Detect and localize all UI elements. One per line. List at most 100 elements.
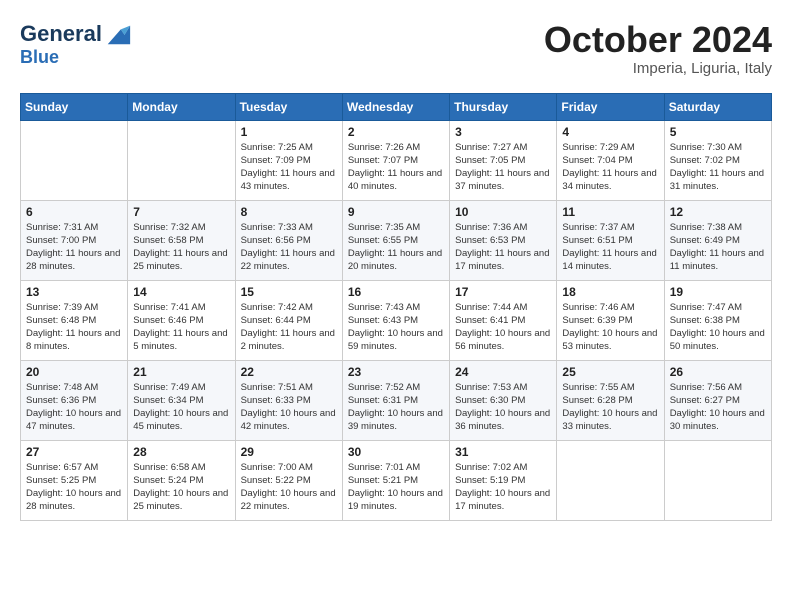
weekday-header-row: SundayMondayTuesdayWednesdayThursdayFrid… (21, 93, 772, 120)
cell-content: Sunrise: 7:00 AM Sunset: 5:22 PM Dayligh… (241, 461, 337, 514)
day-number: 28 (133, 445, 229, 459)
calendar-cell: 25Sunrise: 7:55 AM Sunset: 6:28 PM Dayli… (557, 360, 664, 440)
day-number: 12 (670, 205, 766, 219)
weekday-header-tuesday: Tuesday (235, 93, 342, 120)
day-number: 26 (670, 365, 766, 379)
calendar-cell: 20 Sunrise: 7:48 AM Sunset: 6:36 PM Dayli… (21, 360, 128, 440)
logo-text: General (20, 22, 102, 46)
day-number: 2 (348, 125, 444, 139)
day-number: 1 (241, 125, 337, 139)
day-number: 14 (133, 285, 229, 299)
calendar-cell: 8 Sunrise: 7:33 AM Sunset: 6:56 PM Daylig… (235, 200, 342, 280)
day-number: 30 (348, 445, 444, 459)
day-number: 5 (670, 125, 766, 139)
weekday-header-sunday: Sunday (21, 93, 128, 120)
cell-content: Sunrise: 7:46 AM Sunset: 6:39 PM Dayligh… (562, 301, 658, 354)
calendar-cell: 19 Sunrise: 7:47 AM Sunset: 6:38 PM Dayli… (664, 280, 771, 360)
cell-content: Sunrise: 7:43 AM Sunset: 6:43 PM Dayligh… (348, 301, 444, 354)
cell-content: Sunrise: 7:27 AM Sunset: 7:05 PM Dayligh… (455, 141, 551, 194)
day-number: 27 (26, 445, 122, 459)
calendar-cell: 1 Sunrise: 7:25 AM Sunset: 7:09 PM Daylig… (235, 120, 342, 200)
calendar-cell: 21 Sunrise: 7:49 AM Sunset: 6:34 PM Dayli… (128, 360, 235, 440)
calendar-cell: 30 Sunrise: 7:01 AM Sunset: 5:21 PM Dayli… (342, 440, 449, 520)
day-number: 22 (241, 365, 337, 379)
cell-content: Sunrise: 7:25 AM Sunset: 7:09 PM Dayligh… (241, 141, 337, 194)
day-number: 4 (562, 125, 658, 139)
cell-content: Sunrise: 7:37 AM Sunset: 6:51 PM Dayligh… (562, 221, 658, 274)
calendar-cell (664, 440, 771, 520)
cell-content: Sunrise: 7:02 AM Sunset: 5:19 PM Dayligh… (455, 461, 551, 514)
day-number: 18 (562, 285, 658, 299)
day-number: 8 (241, 205, 337, 219)
cell-content: Sunrise: 7:35 AM Sunset: 6:55 PM Dayligh… (348, 221, 444, 274)
weekday-header-saturday: Saturday (664, 93, 771, 120)
calendar-cell: 4 Sunrise: 7:29 AM Sunset: 7:04 PM Daylig… (557, 120, 664, 200)
day-number: 19 (670, 285, 766, 299)
cell-content: Sunrise: 7:39 AM Sunset: 6:48 PM Dayligh… (26, 301, 122, 354)
calendar-cell: 6 Sunrise: 7:31 AM Sunset: 7:00 PM Daylig… (21, 200, 128, 280)
logo-blue-text: Blue (20, 48, 132, 68)
calendar-cell (21, 120, 128, 200)
calendar-cell: 3 Sunrise: 7:27 AM Sunset: 7:05 PM Daylig… (450, 120, 557, 200)
calendar-cell: 13 Sunrise: 7:39 AM Sunset: 6:48 PM Dayli… (21, 280, 128, 360)
cell-content: Sunrise: 7:31 AM Sunset: 7:00 PM Dayligh… (26, 221, 122, 274)
calendar-cell: 10 Sunrise: 7:36 AM Sunset: 6:53 PM Dayli… (450, 200, 557, 280)
day-number: 16 (348, 285, 444, 299)
day-number: 10 (455, 205, 551, 219)
cell-content: Sunrise: 7:53 AM Sunset: 6:30 PM Dayligh… (455, 381, 551, 434)
weekday-header-friday: Friday (557, 93, 664, 120)
calendar-cell: 12 Sunrise: 7:38 AM Sunset: 6:49 PM Dayli… (664, 200, 771, 280)
calendar-cell: 18 Sunrise: 7:46 AM Sunset: 6:39 PM Dayli… (557, 280, 664, 360)
calendar-cell: 29 Sunrise: 7:00 AM Sunset: 5:22 PM Dayli… (235, 440, 342, 520)
day-number: 29 (241, 445, 337, 459)
cell-content: Sunrise: 7:44 AM Sunset: 6:41 PM Dayligh… (455, 301, 551, 354)
calendar-cell: 28 Sunrise: 6:58 AM Sunset: 5:24 PM Dayli… (128, 440, 235, 520)
day-number: 24 (455, 365, 551, 379)
calendar-cell: 23Sunrise: 7:52 AM Sunset: 6:31 PM Dayli… (342, 360, 449, 440)
page-header: General Blue October 2024 Imperia, Ligur… (20, 20, 772, 77)
cell-content: Sunrise: 7:32 AM Sunset: 6:58 PM Dayligh… (133, 221, 229, 274)
cell-content: Sunrise: 7:48 AM Sunset: 6:36 PM Dayligh… (26, 381, 122, 434)
cell-content: Sunrise: 7:29 AM Sunset: 7:04 PM Dayligh… (562, 141, 658, 194)
calendar-cell (128, 120, 235, 200)
calendar-cell (557, 440, 664, 520)
logo-icon (104, 20, 132, 48)
day-number: 21 (133, 365, 229, 379)
logo: General Blue (20, 20, 132, 68)
day-number: 3 (455, 125, 551, 139)
location-subtitle: Imperia, Liguria, Italy (544, 60, 772, 77)
day-number: 17 (455, 285, 551, 299)
calendar-week-row: 1 Sunrise: 7:25 AM Sunset: 7:09 PM Daylig… (21, 120, 772, 200)
calendar-cell: 14 Sunrise: 7:41 AM Sunset: 6:46 PM Dayli… (128, 280, 235, 360)
cell-content: Sunrise: 6:57 AM Sunset: 5:25 PM Dayligh… (26, 461, 122, 514)
cell-content: Sunrise: 7:42 AM Sunset: 6:44 PM Dayligh… (241, 301, 337, 354)
cell-content: Sunrise: 7:55 AM Sunset: 6:28 PM Dayligh… (562, 381, 658, 434)
calendar-table: SundayMondayTuesdayWednesdayThursdayFrid… (20, 93, 772, 521)
cell-content: Sunrise: 7:30 AM Sunset: 7:02 PM Dayligh… (670, 141, 766, 194)
day-number: 15 (241, 285, 337, 299)
calendar-cell: 15 Sunrise: 7:42 AM Sunset: 6:44 PM Dayli… (235, 280, 342, 360)
cell-content: Sunrise: 7:49 AM Sunset: 6:34 PM Dayligh… (133, 381, 229, 434)
calendar-week-row: 6 Sunrise: 7:31 AM Sunset: 7:00 PM Daylig… (21, 200, 772, 280)
day-number: 6 (26, 205, 122, 219)
day-number: 13 (26, 285, 122, 299)
day-number: 7 (133, 205, 229, 219)
day-number: 11 (562, 205, 658, 219)
weekday-header-wednesday: Wednesday (342, 93, 449, 120)
cell-content: Sunrise: 7:47 AM Sunset: 6:38 PM Dayligh… (670, 301, 766, 354)
cell-content: Sunrise: 7:33 AM Sunset: 6:56 PM Dayligh… (241, 221, 337, 274)
calendar-cell: 9Sunrise: 7:35 AM Sunset: 6:55 PM Daylig… (342, 200, 449, 280)
cell-content: Sunrise: 7:01 AM Sunset: 5:21 PM Dayligh… (348, 461, 444, 514)
cell-content: Sunrise: 7:41 AM Sunset: 6:46 PM Dayligh… (133, 301, 229, 354)
day-number: 20 (26, 365, 122, 379)
cell-content: Sunrise: 7:36 AM Sunset: 6:53 PM Dayligh… (455, 221, 551, 274)
title-area: October 2024 Imperia, Liguria, Italy (544, 20, 772, 77)
cell-content: Sunrise: 7:38 AM Sunset: 6:49 PM Dayligh… (670, 221, 766, 274)
cell-content: Sunrise: 6:58 AM Sunset: 5:24 PM Dayligh… (133, 461, 229, 514)
calendar-cell: 24 Sunrise: 7:53 AM Sunset: 6:30 PM Dayli… (450, 360, 557, 440)
calendar-cell: 31Sunrise: 7:02 AM Sunset: 5:19 PM Dayli… (450, 440, 557, 520)
calendar-cell: 22Sunrise: 7:51 AM Sunset: 6:33 PM Dayli… (235, 360, 342, 440)
calendar-cell: 27 Sunrise: 6:57 AM Sunset: 5:25 PM Dayli… (21, 440, 128, 520)
calendar-cell: 16 Sunrise: 7:43 AM Sunset: 6:43 PM Dayli… (342, 280, 449, 360)
calendar-cell: 5 Sunrise: 7:30 AM Sunset: 7:02 PM Daylig… (664, 120, 771, 200)
